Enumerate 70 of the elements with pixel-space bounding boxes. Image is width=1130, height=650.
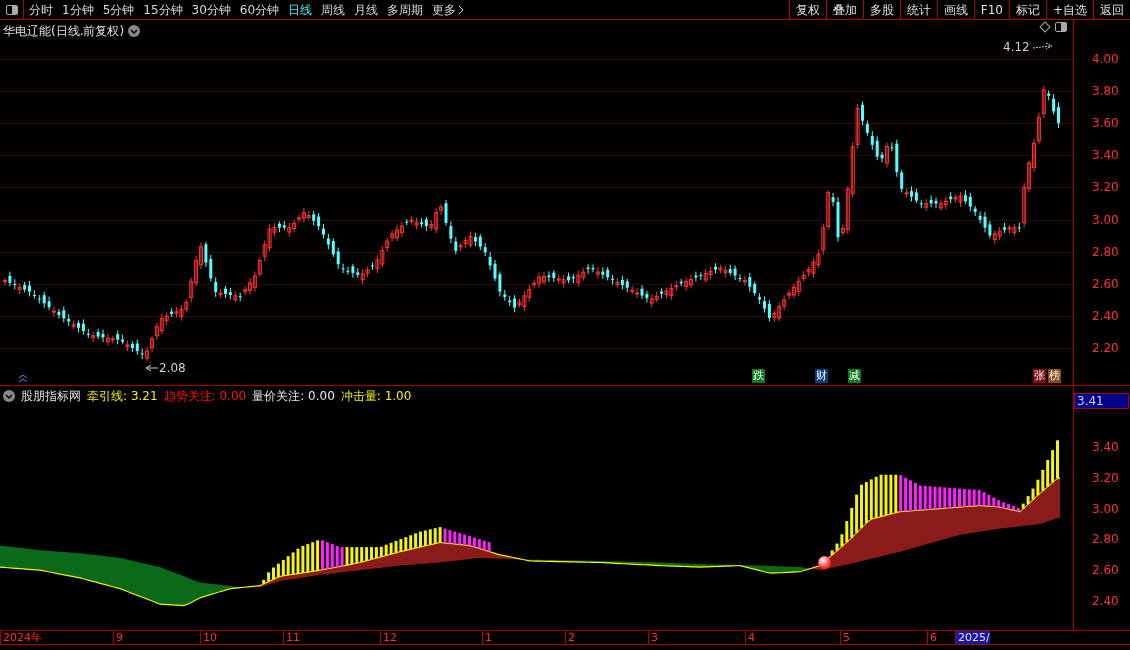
period-tab[interactable]: 5分钟	[102, 0, 135, 19]
period-tab[interactable]: 更多	[432, 0, 457, 19]
date-axis-label: 3	[648, 631, 658, 644]
indicator-axis-label: 3.40	[1092, 441, 1119, 453]
toolbar-button[interactable]: +自选	[1045, 0, 1093, 19]
date-axis-label: 5	[840, 631, 850, 644]
toolbar-button[interactable]: 叠加	[825, 0, 863, 19]
panel-toggle-icon[interactable]	[5, 4, 18, 15]
toolbar-button[interactable]: 返回	[1093, 0, 1130, 19]
event-tag[interactable]: 减	[848, 369, 861, 383]
period-tab[interactable]: 多周期	[387, 0, 424, 19]
price-axis-label: 3.60	[1092, 117, 1119, 130]
price-axis-label: 4.00	[1092, 53, 1119, 65]
indicator-axis-label: 2.40	[1092, 595, 1119, 607]
period-tab[interactable]: 月线	[354, 0, 379, 19]
price-axis-label: 2.80	[1092, 245, 1119, 258]
legend-item: 量价关注: 0.00	[252, 388, 335, 405]
date-axis-label: 10	[200, 631, 217, 644]
toolbar-button[interactable]: 标记	[1008, 0, 1046, 19]
date-axis-label: 11	[283, 631, 300, 644]
indicator-axis-label: 3.00	[1092, 502, 1119, 515]
toolbar-button[interactable]: 画线	[936, 0, 974, 19]
date-axis-label: 2024年	[0, 631, 42, 644]
toolbar-button[interactable]: 复权	[788, 0, 826, 19]
low-price-label: 2.08	[159, 360, 186, 377]
indicator-axis-label: 3.20	[1092, 471, 1119, 484]
dropdown-icon[interactable]	[128, 25, 141, 37]
legend-item: 冲击量: 1.00	[340, 388, 412, 405]
legend-item: 趋势关注: 0.00	[163, 388, 247, 405]
price-axis-label: 3.40	[1092, 149, 1119, 162]
date-axis-label: 2025/	[955, 631, 990, 644]
date-axis-label: 6	[927, 631, 937, 644]
collapse-icon[interactable]	[3, 390, 15, 402]
event-tag[interactable]: 财	[815, 369, 828, 383]
stock-title: 华电辽能(日线.前复权)	[3, 23, 125, 40]
price-axis-label: 2.20	[1092, 342, 1119, 355]
toolbar-button[interactable]: 统计	[899, 0, 937, 19]
indicator-name: 股朋指标网	[21, 388, 81, 405]
period-tab[interactable]: 60分钟	[239, 0, 280, 19]
toolbar-button[interactable]: 多股	[862, 0, 900, 19]
date-axis-label: 9	[113, 631, 123, 644]
toolbar-button[interactable]: F10	[973, 0, 1009, 19]
period-tab[interactable]: 分时	[29, 0, 53, 19]
date-axis-label: 4	[745, 631, 755, 644]
period-tab[interactable]: 1分钟	[62, 0, 94, 19]
event-tag[interactable]: 榜	[1048, 369, 1061, 383]
event-tag[interactable]: 跌	[752, 369, 765, 383]
period-tab[interactable]: 周线	[321, 0, 346, 19]
arrow-icon	[1031, 43, 1054, 51]
indicator-axis-label: 2.60	[1092, 564, 1119, 577]
legend-item: 牵引线: 3.21	[87, 388, 158, 405]
indicator-axis-label: 2.80	[1092, 533, 1119, 546]
panel-toggle-icon[interactable]	[1055, 22, 1067, 32]
date-axis-label: 1	[482, 631, 492, 644]
event-tag[interactable]: 张	[1033, 369, 1046, 383]
arrow-icon	[145, 364, 159, 372]
price-axis-label: 2.60	[1092, 277, 1119, 290]
price-axis-label: 3.20	[1092, 181, 1119, 194]
high-price-label: 4.12	[1003, 39, 1030, 56]
current-value-label: 3.41	[1074, 393, 1129, 409]
double-chevron-up-icon	[19, 375, 27, 382]
chevron-right-icon[interactable]	[458, 4, 465, 15]
period-tab[interactable]: 日线	[288, 0, 313, 19]
period-tab[interactable]: 15分钟	[143, 0, 183, 19]
period-tab[interactable]: 30分钟	[191, 0, 231, 19]
date-axis-label: 2	[565, 631, 575, 644]
date-axis-label: 12	[380, 631, 397, 644]
price-axis-label: 3.00	[1092, 213, 1119, 226]
price-axis-label: 3.80	[1092, 85, 1119, 98]
price-axis-label: 2.40	[1092, 309, 1119, 322]
